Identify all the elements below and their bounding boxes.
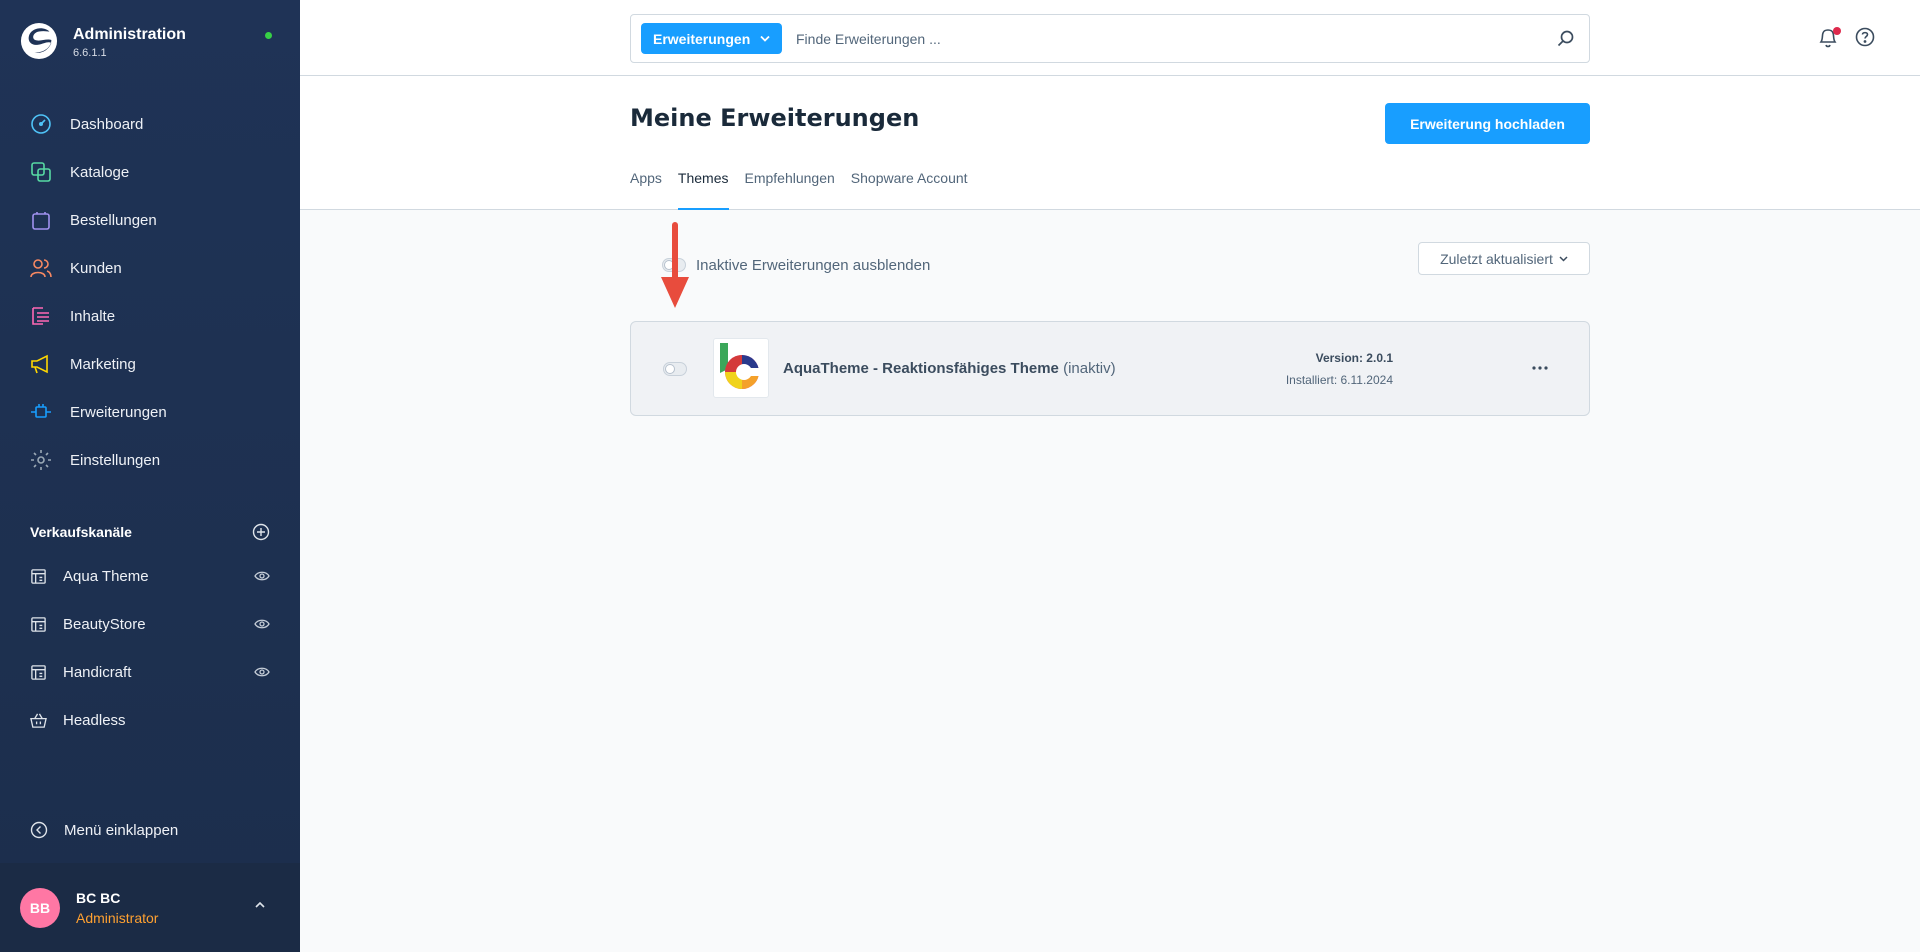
help-icon[interactable]: [1855, 27, 1875, 47]
eye-icon[interactable]: [254, 666, 270, 678]
upload-extension-button[interactable]: Erweiterung hochladen: [1385, 103, 1590, 144]
search-type-label: Erweiterungen: [653, 30, 751, 47]
shopware-logo-icon[interactable]: [20, 22, 58, 60]
sidebar-item-label: Kataloge: [70, 163, 130, 181]
sidebar-item-label: Erweiterungen: [70, 403, 167, 421]
sidebar-item-label: Dashboard: [70, 115, 144, 133]
filter-row: Inaktive Erweiterungen ausblenden Zuletz…: [630, 242, 1590, 278]
extension-active-toggle[interactable]: [663, 362, 687, 376]
aquatheme-logo-icon: [720, 343, 760, 389]
sidebar-item-label: Inhalte: [70, 307, 116, 325]
extension-status: (inaktiv): [1063, 360, 1116, 377]
sidebar: Administration 6.6.1.1 Dashboard Katalog…: [0, 0, 300, 952]
collapse-arrow-icon: [30, 821, 48, 839]
extension-name: AquaTheme - Reaktionsfähiges Theme (inak…: [783, 360, 1116, 377]
eye-icon[interactable]: [254, 618, 270, 630]
extension-installed-date: Installiert: 6.11.2024: [1285, 373, 1393, 387]
chevron-up-icon[interactable]: [254, 901, 266, 909]
search-icon[interactable]: [1557, 30, 1574, 47]
app-version: 6.6.1.1: [73, 47, 107, 59]
sidebar-header: Administration 6.6.1.1: [0, 0, 300, 80]
sales-channel-aqua-theme[interactable]: Aqua Theme: [0, 552, 300, 600]
settings-icon: [30, 449, 52, 471]
sales-channels-list: Aqua Theme BeautyStore Handicraft Headle…: [0, 552, 300, 744]
sales-channel-label: BeautyStore: [63, 615, 146, 633]
app-title: Administration: [73, 26, 186, 43]
avatar: BB: [20, 888, 60, 928]
sort-select[interactable]: Zuletzt aktualisiert: [1418, 242, 1590, 275]
add-sales-channel-icon[interactable]: [252, 523, 270, 541]
sales-channel-label: Aqua Theme: [63, 567, 149, 585]
page-title: Meine Erweiterungen: [630, 104, 920, 132]
storefront-icon: [31, 616, 46, 632]
main-nav: Dashboard Kataloge Bestellungen Kunden I…: [0, 100, 300, 484]
tab-themes[interactable]: Themes: [677, 168, 729, 210]
sidebar-item-kataloge[interactable]: Kataloge: [0, 148, 300, 196]
user-role: Administrator: [76, 910, 159, 926]
storefront-icon: [31, 664, 46, 680]
chevron-down-icon: [760, 35, 770, 42]
extension-logo: [713, 338, 769, 398]
extension-title: AquaTheme - Reaktionsfähiges Theme: [783, 360, 1059, 377]
sales-channel-handicraft[interactable]: Handicraft: [0, 648, 300, 696]
sales-channel-label: Headless: [63, 711, 126, 729]
sidebar-item-marketing[interactable]: Marketing: [0, 340, 300, 388]
user-name: BC BC: [76, 890, 121, 906]
storefront-icon: [31, 568, 46, 584]
marketing-icon: [30, 353, 52, 375]
tab-empfehlungen[interactable]: Empfehlungen: [745, 168, 835, 210]
sales-channel-label: Handicraft: [63, 663, 132, 681]
sales-channels-header: Verkaufskanäle: [30, 520, 270, 544]
global-search: Erweiterungen: [630, 14, 1590, 63]
sidebar-item-label: Marketing: [70, 355, 136, 373]
sales-channel-headless[interactable]: Headless: [0, 696, 300, 744]
sidebar-item-label: Kunden: [70, 259, 122, 277]
sidebar-item-label: Einstellungen: [70, 451, 161, 469]
sort-select-value: Zuletzt aktualisiert: [1440, 250, 1553, 267]
notification-badge: [1833, 27, 1841, 35]
tab-shopware-account[interactable]: Shopware Account: [851, 168, 968, 210]
search-input[interactable]: [796, 23, 1536, 54]
sidebar-item-bestellungen[interactable]: Bestellungen: [0, 196, 300, 244]
collapse-menu-button[interactable]: Menü einklappen: [30, 818, 178, 842]
collapse-menu-label: Menü einklappen: [64, 821, 179, 839]
sidebar-item-inhalte[interactable]: Inhalte: [0, 292, 300, 340]
top-bar: Erweiterungen: [300, 0, 1920, 76]
page-header: Meine Erweiterungen Erweiterung hochlade…: [300, 76, 1920, 210]
customers-icon: [30, 257, 52, 279]
extension-card: AquaTheme - Reaktionsfähiges Theme (inak…: [630, 321, 1590, 416]
search-type-dropdown[interactable]: Erweiterungen: [641, 23, 783, 54]
sidebar-item-einstellungen[interactable]: Einstellungen: [0, 436, 300, 484]
sidebar-item-erweiterungen[interactable]: Erweiterungen: [0, 388, 300, 436]
annotation-arrow-icon: [661, 222, 689, 308]
sidebar-item-dashboard[interactable]: Dashboard: [0, 100, 300, 148]
basket-icon: [30, 713, 47, 728]
tab-apps[interactable]: Apps: [630, 168, 662, 210]
more-options-icon[interactable]: [1528, 358, 1552, 378]
sidebar-item-label: Bestellungen: [70, 211, 157, 229]
dashboard-icon: [30, 113, 52, 135]
extensions-icon: [30, 401, 52, 423]
catalog-icon: [30, 161, 52, 183]
sidebar-item-kunden[interactable]: Kunden: [0, 244, 300, 292]
content-icon: [30, 305, 52, 327]
sales-channels-title: Verkaufskanäle: [30, 524, 132, 540]
orders-icon: [30, 209, 52, 231]
tabs: Apps Themes Empfehlungen Shopware Accoun…: [630, 168, 968, 210]
eye-icon[interactable]: [254, 570, 270, 582]
sales-channel-beautystore[interactable]: BeautyStore: [0, 600, 300, 648]
user-menu[interactable]: BB BC BC Administrator: [0, 863, 300, 952]
online-status-dot: [265, 32, 272, 39]
chevron-down-icon: [1559, 255, 1568, 262]
hide-inactive-label: Inaktive Erweiterungen ausblenden: [696, 257, 931, 274]
extension-version: Version: 2.0.1: [1315, 351, 1393, 365]
